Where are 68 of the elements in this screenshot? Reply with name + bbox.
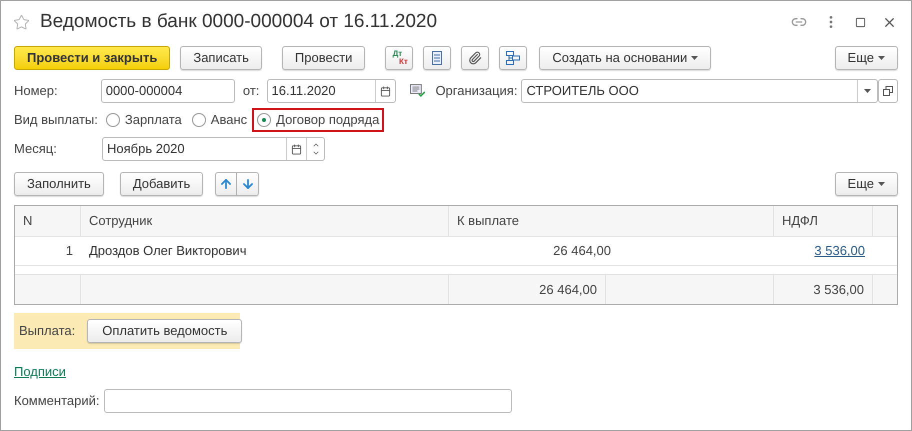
month-field[interactable]: Ноябрь 2020 (102, 137, 325, 161)
more-button[interactable]: Еще (834, 172, 898, 196)
post-button[interactable]: Провести (282, 46, 366, 70)
create-based-on-button[interactable]: Создать на основании (539, 46, 712, 70)
radio-button[interactable] (106, 113, 120, 127)
document-check-icon[interactable] (410, 84, 426, 98)
calendar-icon[interactable] (291, 144, 302, 154)
payment-label: Выплата: (19, 322, 76, 340)
column-header[interactable]: Сотрудник (81, 206, 449, 236)
radio-option[interactable]: Договор подряда (257, 110, 380, 130)
structure-icon (506, 51, 520, 65)
table-cell-text: 1 (64, 242, 74, 260)
organization-label: Организация: (435, 82, 518, 100)
move-up-button[interactable] (215, 172, 238, 196)
favorite-star-icon[interactable] (13, 14, 30, 30)
maximize-icon[interactable] (855, 16, 866, 28)
caret-icon (691, 56, 698, 60)
caret-icon (864, 89, 872, 93)
column-header[interactable]: НДФЛ (774, 206, 873, 236)
date-label: от: (242, 82, 260, 100)
open-window-icon (883, 86, 894, 96)
organization-field[interactable]: СТРОИТЕЛЬ ООО (521, 79, 878, 103)
column-header[interactable]: К выплате (449, 206, 774, 236)
comment-field[interactable] (104, 389, 512, 413)
arrow-up-icon (219, 177, 234, 191)
window-title: Ведомость в банк 0000-000004 от 16.11.2020 (40, 10, 438, 34)
number-label: Номер: (14, 82, 59, 100)
date-value: 16.11.2020 (270, 82, 337, 100)
post-and-close-button[interactable]: Провести и закрыть (14, 46, 170, 70)
table-cell-text: Дроздов Олег Викторович (88, 242, 248, 260)
debit-label: Дт (392, 50, 402, 58)
open-button[interactable] (878, 79, 898, 103)
add-button[interactable]: Добавить (120, 172, 204, 196)
radio-option[interactable]: Зарплата (106, 110, 182, 130)
number-field[interactable]: 0000-000004 (100, 79, 235, 103)
move-down-button[interactable] (237, 172, 260, 196)
month-label: Месяц: (14, 140, 58, 158)
attachment-button[interactable] (461, 46, 490, 70)
debit-credit-button[interactable]: Дт Кт (385, 46, 414, 70)
chevron-down-icon (312, 149, 320, 157)
credit-label: Кт (399, 58, 408, 66)
ndfl-link[interactable]: 3 536,00 (814, 243, 865, 258)
radio-button[interactable] (192, 113, 206, 127)
organization-value: СТРОИТЕЛЬ ООО (525, 82, 640, 100)
comment-label: Комментарий: (14, 392, 100, 410)
list-button[interactable] (423, 46, 452, 70)
caret-icon (878, 56, 885, 60)
calendar-icon[interactable] (380, 86, 391, 96)
radio-button[interactable] (257, 113, 272, 127)
save-button[interactable]: Записать (180, 46, 262, 70)
list-icon (432, 51, 442, 65)
pay-statement-button[interactable]: Оплатить ведомость (87, 319, 242, 343)
column-header[interactable]: N (15, 206, 81, 236)
month-value: Ноябрь 2020 (106, 140, 186, 158)
radio-option[interactable]: Аванс (192, 110, 248, 130)
chevron-up-icon (312, 141, 320, 149)
more-button[interactable]: Еще (834, 46, 898, 70)
date-field[interactable]: 16.11.2020 (266, 79, 396, 103)
structure-button[interactable] (499, 46, 528, 70)
payment-type-label: Вид выплаты: (14, 111, 98, 130)
table-cell-text: 26 464,00 (552, 242, 612, 260)
signatures-link[interactable]: Подписи (14, 364, 66, 379)
total-cell: 3 536,00 (774, 275, 873, 304)
caret-icon (878, 182, 885, 186)
fill-button[interactable]: Заполнить (14, 172, 104, 196)
paperclip-icon (468, 51, 482, 65)
arrow-down-icon (240, 177, 255, 191)
total-cell: 26 464,00 (449, 275, 606, 304)
